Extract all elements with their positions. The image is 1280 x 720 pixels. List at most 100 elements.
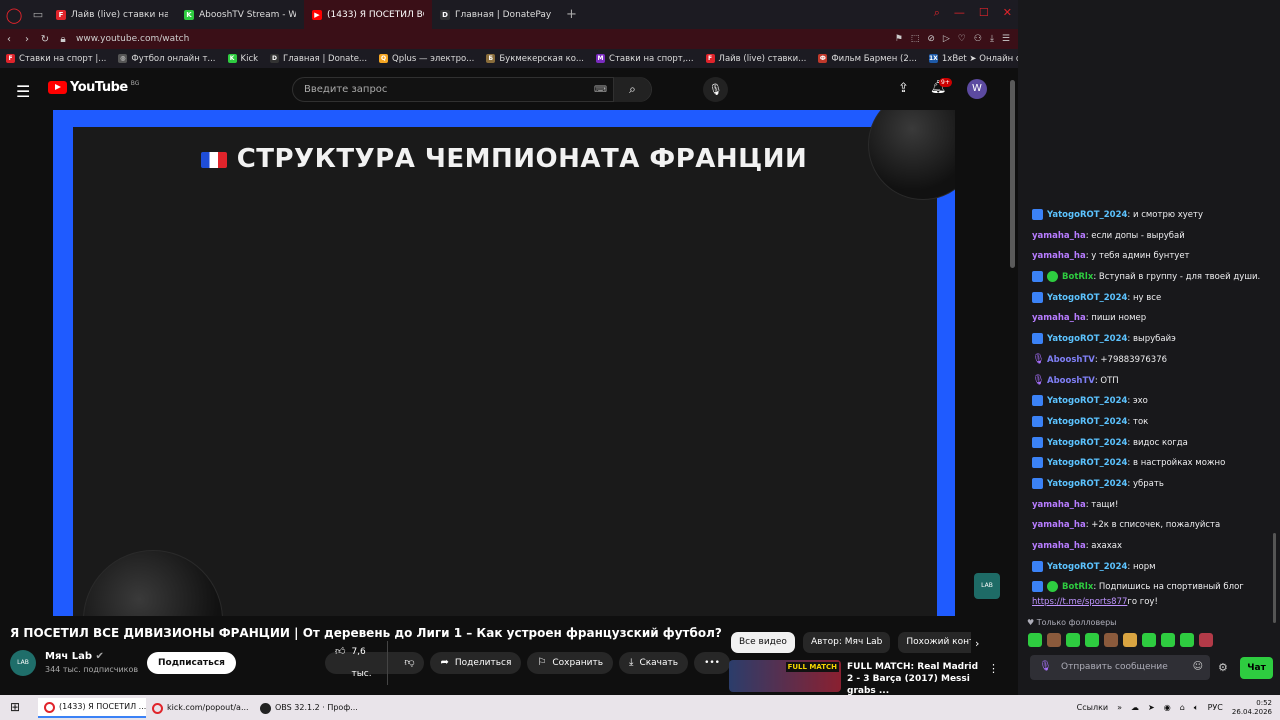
chat-username[interactable]: yamaha_ha: [1032, 498, 1086, 512]
profile-icon[interactable]: ⚇: [974, 34, 982, 44]
chevron-right-icon[interactable]: ›: [975, 637, 979, 650]
emote-icon[interactable]: [1123, 633, 1137, 647]
snapshot-icon[interactable]: ⬚: [911, 34, 920, 44]
subscriber-badge-icon[interactable]: [1032, 560, 1043, 572]
emote-icon[interactable]: [1028, 633, 1042, 647]
start-menu-icon[interactable]: ⊞: [10, 700, 20, 714]
browser-tab[interactable]: K AbooshTV Stream - Watch: [176, 0, 304, 29]
chat-username[interactable]: yamaha_ha: [1032, 229, 1086, 243]
chat-username[interactable]: YatogoROT_2024: [1047, 477, 1127, 491]
recommended-video[interactable]: FULL MATCH FULL MATCH: Real Madrid 2 - 3…: [729, 658, 1011, 696]
subscriber-badge-icon[interactable]: [1032, 477, 1043, 489]
subscriber-badge-icon[interactable]: [1032, 333, 1043, 345]
reload-button[interactable]: ↻: [36, 34, 54, 45]
save-button[interactable]: ⚐ Сохранить: [527, 652, 614, 674]
extension-icon[interactable]: ⚑: [895, 34, 903, 44]
search-box[interactable]: Введите запрос ⌨ ⌕: [292, 77, 652, 102]
volume-icon[interactable]: 🔈︎: [1194, 703, 1199, 713]
send-chat-button[interactable]: Чат: [1240, 657, 1273, 679]
browser-tab[interactable]: D Главная | DonatePay: [432, 0, 560, 29]
discord-icon[interactable]: ◉: [1164, 703, 1171, 712]
subscriber-badge-icon[interactable]: [1032, 271, 1043, 283]
close-window-button[interactable]: ✕: [1003, 6, 1012, 20]
minimize-button[interactable]: —: [954, 6, 965, 20]
favorite-heart-icon[interactable]: ♡: [958, 34, 966, 44]
workspaces-icon[interactable]: ▭: [28, 8, 48, 21]
hamburger-menu-icon[interactable]: ☰: [16, 82, 30, 101]
clock[interactable]: 0:52 26.04.2026: [1232, 699, 1272, 717]
chat-link[interactable]: https://t.me/sports877: [1032, 595, 1127, 609]
bookmark-item[interactable]: M Ставки на спорт,...: [596, 54, 694, 64]
mic-icon[interactable]: 🎙︎: [1039, 661, 1052, 672]
chat-scrollbar[interactable]: [1273, 533, 1276, 623]
search-input[interactable]: Введите запрос: [304, 84, 387, 95]
emoji-icon[interactable]: ☺: [1193, 661, 1203, 672]
url-field[interactable]: www.youtube.com/watch: [76, 34, 895, 44]
chat-username[interactable]: BotRlx: [1062, 270, 1093, 284]
subscriber-badge-icon[interactable]: [1032, 457, 1043, 469]
account-avatar[interactable]: W: [967, 79, 987, 99]
voice-search-button[interactable]: 🎙︎: [703, 77, 728, 102]
page-scrollbar[interactable]: [1010, 80, 1015, 268]
search-button[interactable]: ⌕: [613, 77, 651, 102]
chat-username[interactable]: YatogoROT_2024: [1047, 415, 1127, 429]
chat-username[interactable]: YatogoROT_2024: [1047, 208, 1127, 222]
filter-chip[interactable]: Автор: Мяч Lab: [802, 632, 891, 653]
bookmark-item[interactable]: F Ставки на спорт |...: [6, 54, 106, 64]
emote-icon[interactable]: [1142, 633, 1156, 647]
microphone-badge-icon[interactable]: 🎙︎: [1032, 354, 1045, 365]
taskbar-app[interactable]: OBS 32.1.2 · Проф...: [254, 698, 362, 718]
video-thumbnail[interactable]: FULL MATCH: [729, 660, 841, 692]
bookmark-item[interactable]: D Главная | Donate...: [270, 54, 367, 64]
search-tabs-icon[interactable]: ⌕: [934, 6, 940, 20]
emote-icon[interactable]: [1199, 633, 1213, 647]
emote-icon[interactable]: [1104, 633, 1118, 647]
channel-avatar[interactable]: LAB: [10, 650, 36, 676]
video-player[interactable]: СТРУКТУРА ЧЕМПИОНАТА ФРАНЦИИ: [53, 110, 955, 616]
browser-tab[interactable]: F Лайв (live) ставки на Киб: [48, 0, 176, 29]
forward-button[interactable]: ›: [18, 34, 36, 45]
chat-username[interactable]: YatogoROT_2024: [1047, 291, 1127, 305]
chat-username[interactable]: BotRlx: [1062, 580, 1093, 594]
bookmark-item[interactable]: 1X 1xBet ➤ Онлайн с...: [928, 54, 1029, 64]
emote-icon[interactable]: [1161, 633, 1175, 647]
video-menu-icon[interactable]: ⋮: [988, 662, 999, 675]
chat-input[interactable]: 🎙︎ Отправить сообщение ☺: [1030, 655, 1210, 680]
browser-tab[interactable]: ▶ (1433) Я ПОСЕТИЛ ВС: [304, 0, 432, 29]
like-button[interactable]: 👍︎ 7,6 тыс.: [325, 641, 389, 685]
chat-settings-gear-icon[interactable]: ⚙: [1218, 661, 1228, 674]
dislike-button[interactable]: 👎︎: [394, 652, 424, 674]
bookmark-item[interactable]: Б Букмекерская ко...: [486, 54, 584, 64]
emote-icon[interactable]: [1085, 633, 1099, 647]
download-button[interactable]: ⤓ Скачать: [619, 652, 689, 674]
verified-bot-badge-icon[interactable]: [1047, 581, 1058, 593]
player-icon[interactable]: ▷: [943, 34, 950, 44]
bookmark-item[interactable]: Ф Фильм Бармен (2...: [818, 54, 917, 64]
channel-name[interactable]: Мяч Lab ✔: [45, 651, 104, 662]
keyboard-icon[interactable]: ⌨: [594, 85, 607, 95]
links-toolbar[interactable]: Ссылки: [1077, 703, 1108, 712]
subscribe-button[interactable]: Подписаться: [147, 652, 236, 674]
recommended-video-title[interactable]: FULL MATCH: Real Madrid 2 - 3 Barça (201…: [847, 661, 987, 697]
share-button[interactable]: ➦ Поделиться: [430, 652, 522, 674]
subscriber-badge-icon[interactable]: [1032, 291, 1043, 303]
subscriber-badge-icon[interactable]: [1032, 415, 1043, 427]
opera-logo-icon[interactable]: ◯: [0, 6, 28, 24]
network-icon[interactable]: ⌂: [1180, 703, 1185, 712]
language-indicator[interactable]: РУС: [1208, 703, 1223, 712]
taskbar-app[interactable]: (1433) Я ПОСЕТИЛ ...: [38, 698, 146, 718]
menu-icon[interactable]: ☰: [1002, 34, 1010, 44]
filter-chip[interactable]: Похожий конте: [898, 632, 971, 653]
tray-chevron-icon[interactable]: »: [1117, 703, 1122, 712]
new-tab-button[interactable]: +: [566, 7, 577, 22]
subscriber-badge-icon[interactable]: [1032, 395, 1043, 407]
emote-icon[interactable]: [1066, 633, 1080, 647]
chat-username[interactable]: YatogoROT_2024: [1047, 560, 1127, 574]
channel-watermark[interactable]: LAB: [974, 573, 1000, 599]
subscriber-badge-icon[interactable]: [1032, 436, 1043, 448]
chat-username[interactable]: yamaha_ha: [1032, 311, 1086, 325]
bookmark-item[interactable]: K Kick: [227, 54, 258, 64]
subscriber-badge-icon[interactable]: [1032, 581, 1043, 593]
chat-username[interactable]: YatogoROT_2024: [1047, 436, 1127, 450]
bookmark-item[interactable]: F Лайв (live) ставки...: [705, 54, 806, 64]
